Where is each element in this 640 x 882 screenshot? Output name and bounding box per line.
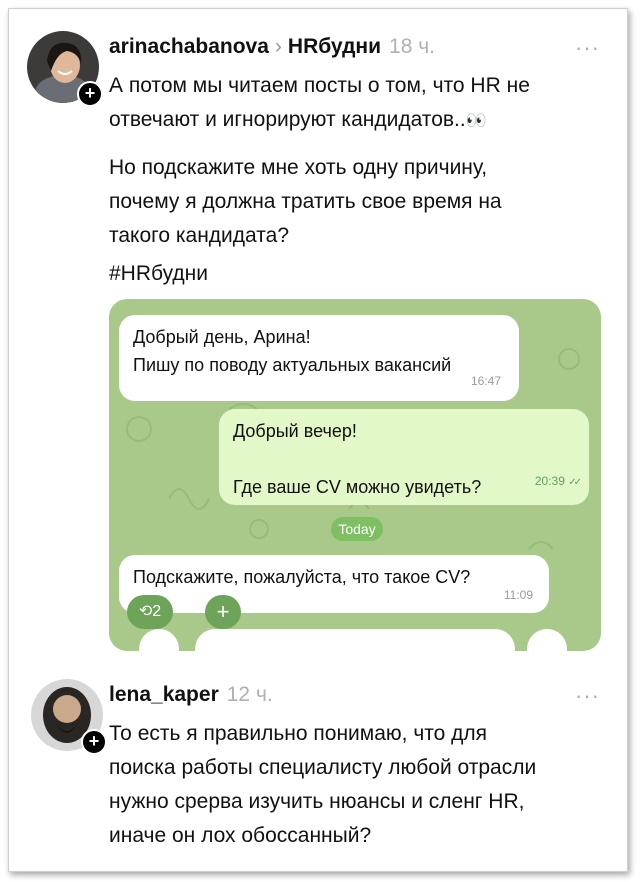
incoming-message[interactable]: Подскажите, пожалуйста, что такое CV? 11… — [119, 555, 549, 613]
repost-icon: ⟲ — [138, 603, 153, 620]
post-text-line: поиска работы специалисту любой отрасли — [109, 756, 537, 779]
microphone-icon[interactable] — [527, 629, 567, 651]
message-line: Добрый вечер! — [233, 421, 357, 441]
more-options-icon[interactable]: ··· — [575, 683, 600, 709]
post-text-line: То есть я правильно понимаю, что для — [109, 722, 488, 745]
screenshot-frame: + arinachabanova › HRбудни 18 ч. ··· А пото… — [8, 8, 628, 872]
outgoing-message[interactable]: Добрый вечер! Где ваше CV можно увидеть?… — [219, 409, 589, 505]
follow-plus-icon[interactable]: + — [77, 81, 103, 107]
post-text-line: Но подскажите мне хоть одну причину, — [109, 156, 488, 179]
username[interactable]: arinachabanova — [109, 35, 269, 58]
date-separator-pill: Today — [331, 517, 383, 541]
message-text: Добрый день, Арина! Пишу по поводу актуа… — [133, 323, 451, 379]
incoming-message[interactable]: Добрый день, Арина! Пишу по поводу актуа… — [119, 315, 519, 401]
message-line: Пишу по поводу актуальных вакансий — [133, 355, 452, 375]
message-time: 20:39 ✓✓ — [534, 467, 582, 497]
post-lena-kaper: + lena_kaper 12 ч. ··· То есть я правильн… — [9, 665, 627, 865]
post-text-paragraph-1: А потом мы читаем посты о том, что HR не… — [109, 69, 609, 138]
hashtag[interactable]: #HRбудни — [109, 257, 609, 291]
post-text-paragraph: То есть я правильно понимаю, что для пои… — [109, 717, 609, 853]
chat-input-bar — [109, 621, 601, 651]
username[interactable]: lena_kaper — [109, 683, 219, 706]
post-text-line: почему я должна тратить свое время на — [109, 190, 502, 213]
follow-plus-icon[interactable]: + — [81, 729, 107, 755]
attach-icon[interactable] — [139, 629, 179, 651]
post-text-line: А потом мы читаем посты о том, что HR не — [109, 74, 530, 97]
channel-name[interactable]: HRбудни — [288, 35, 381, 58]
message-time: 16:47 — [470, 374, 501, 388]
post-text-line: иначе он лох обоссанный? — [109, 824, 372, 847]
reaction-count: 2 — [152, 603, 162, 620]
chat-screenshot-image: Добрый день, Арина! Пишу по поводу актуа… — [109, 299, 601, 651]
message-line: Где ваше CV можно увидеть? — [233, 477, 482, 497]
post-text-line: такого кандидата? — [109, 224, 289, 247]
message-input[interactable] — [195, 629, 515, 651]
post-header: lena_kaper 12 ч. — [109, 683, 273, 707]
post-time: 18 ч. — [389, 35, 435, 58]
double-check-icon: ✓✓ — [568, 477, 582, 488]
post-text-line: отвечают и игнорируют кандидатов..👀 — [109, 103, 609, 138]
more-options-icon[interactable]: ··· — [575, 35, 600, 61]
message-text: Добрый вечер! Где ваше CV можно увидеть? — [233, 417, 481, 497]
message-text: Подскажите, пожалуйста, что такое CV? — [133, 567, 471, 587]
eyes-emoji-icon: 👀 — [465, 111, 487, 130]
post-arinachabanova: + arinachabanova › HRбудни 18 ч. ··· А пото… — [9, 9, 627, 659]
post-text-line-part: отвечают и игнорируют кандидатов.. — [109, 108, 466, 131]
message-time: 11:09 — [503, 588, 533, 602]
message-time-value: 20:39 — [534, 474, 565, 488]
message-line: Добрый день, Арина! — [133, 327, 311, 347]
post-time: 12 ч. — [226, 683, 273, 706]
post-text-line: нужно срерва изучить нюансы и сленг HR, — [109, 790, 525, 813]
chevron-right-icon: › — [274, 35, 282, 58]
post-text-paragraph-2: Но подскажите мне хоть одну причину, поч… — [109, 151, 609, 253]
post-header: arinachabanova › HRбудни 18 ч. — [109, 35, 435, 59]
